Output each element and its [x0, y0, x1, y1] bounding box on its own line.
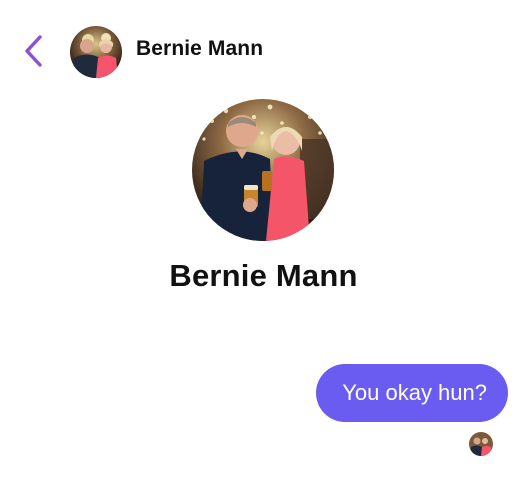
conversation-header: Bernie Mann [0, 0, 527, 100]
outgoing-message-bubble[interactable]: You okay hun? [316, 364, 508, 422]
profile-name: Bernie Mann [169, 258, 358, 293]
contact-avatar[interactable] [70, 26, 122, 78]
chevron-left-icon [20, 33, 50, 69]
profile-photo [192, 99, 334, 241]
contact-name-header[interactable]: Bernie Mann [136, 37, 263, 61]
back-button[interactable] [20, 33, 50, 69]
read-receipt-avatar [469, 432, 493, 456]
